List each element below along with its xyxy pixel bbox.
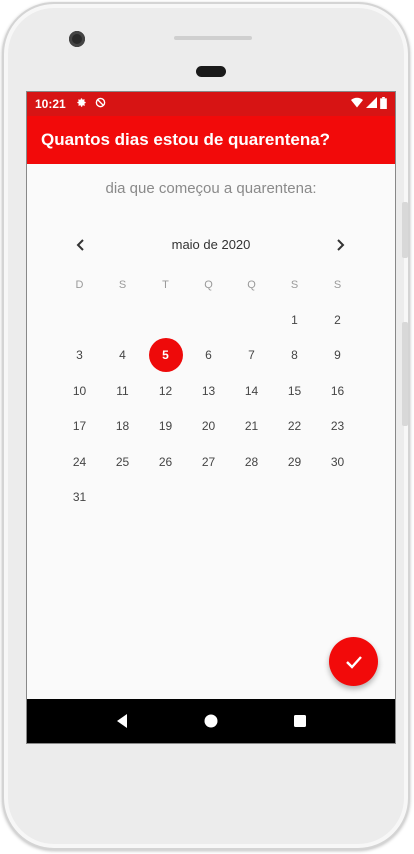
calendar-day[interactable]: 20 xyxy=(192,409,226,443)
wifi-icon xyxy=(351,97,363,111)
status-time: 10:21 xyxy=(35,97,66,111)
volume-button xyxy=(402,202,408,258)
calendar-day[interactable]: 25 xyxy=(106,445,140,479)
calendar-day[interactable]: 30 xyxy=(321,445,355,479)
calendar-day[interactable]: 2 xyxy=(321,303,355,337)
calendar-week-row: 17 18 19 20 21 22 23 xyxy=(58,409,359,445)
calendar-day[interactable]: 7 xyxy=(235,338,269,372)
calendar-day[interactable]: 3 xyxy=(63,338,97,372)
calendar-empty-cell xyxy=(278,480,312,514)
weekday-label: S xyxy=(118,279,127,291)
weekday-label: S xyxy=(290,279,299,291)
screen: 10:21 Quantos dias estou de quarentena? … xyxy=(26,91,396,744)
weekday-label: T xyxy=(162,279,169,291)
gear-icon xyxy=(76,97,87,111)
calendar-empty-cell xyxy=(106,303,140,337)
calendar-day[interactable]: 21 xyxy=(235,409,269,443)
calendar-empty-cell xyxy=(63,303,97,337)
calendar-day[interactable]: 1 xyxy=(278,303,312,337)
app-bar: Quantos dias estou de quarentena? xyxy=(27,116,395,164)
calendar-week-row: 24 25 26 27 28 29 30 xyxy=(58,444,359,480)
calendar-empty-cell xyxy=(192,303,226,337)
calendar-empty-cell xyxy=(321,480,355,514)
weekday-header: D S T Q Q S S xyxy=(58,268,359,302)
calendar-empty-cell xyxy=(106,480,140,514)
confirm-button[interactable] xyxy=(329,637,378,686)
calendar-day[interactable]: 26 xyxy=(149,445,183,479)
calendar-day[interactable]: 19 xyxy=(149,409,183,443)
calendar-day-selected[interactable]: 5 xyxy=(148,338,183,373)
calendar-day[interactable]: 22 xyxy=(278,409,312,443)
front-camera xyxy=(69,31,85,47)
calendar-empty-cell xyxy=(235,303,269,337)
calendar-day[interactable]: 9 xyxy=(321,338,355,372)
check-icon xyxy=(345,655,362,669)
calendar-empty-cell xyxy=(149,480,183,514)
signal-icon xyxy=(366,97,377,111)
start-date-prompt: dia que começou a quarentena: xyxy=(105,180,317,197)
calendar-day[interactable]: 18 xyxy=(106,409,140,443)
sensor-bar xyxy=(174,36,252,40)
calendar-day[interactable]: 27 xyxy=(192,445,226,479)
calendar-day[interactable]: 13 xyxy=(192,374,226,408)
calendar-empty-cell xyxy=(149,303,183,337)
chevron-right-icon xyxy=(337,239,345,251)
home-circle-icon xyxy=(204,714,218,728)
back-button[interactable] xyxy=(110,709,134,733)
calendar-header: maio de 2020 xyxy=(27,234,395,256)
phone-frame: 10:21 Quantos dias estou de quarentena? … xyxy=(2,2,410,850)
calendar-day[interactable]: 17 xyxy=(63,409,97,443)
calendar-day[interactable]: 4 xyxy=(106,338,140,372)
navigation-bar xyxy=(27,699,395,743)
home-button[interactable] xyxy=(199,709,223,733)
calendar-week-row: 3456789 xyxy=(58,338,359,374)
status-bar: 10:21 xyxy=(27,92,395,116)
recents-square-icon xyxy=(294,715,307,727)
calendar-day[interactable]: 31 xyxy=(63,480,97,514)
battery-icon xyxy=(380,96,387,112)
do-not-disturb-icon xyxy=(95,97,106,111)
calendar-week-row: 12 xyxy=(58,302,359,338)
calendar-day[interactable]: 23 xyxy=(321,409,355,443)
weekday-label: Q xyxy=(247,279,256,291)
calendar-day[interactable]: 11 xyxy=(106,374,140,408)
calendar-week-row: 10 11 12 13 14 15 16 xyxy=(58,373,359,409)
calendar-day[interactable]: 8 xyxy=(278,338,312,372)
calendar-day[interactable]: 12 xyxy=(149,374,183,408)
calendar-day[interactable]: 28 xyxy=(235,445,269,479)
calendar-day[interactable]: 6 xyxy=(192,338,226,372)
weekday-label: D xyxy=(75,279,84,291)
calendar-empty-cell xyxy=(192,480,226,514)
calendar-day[interactable]: 10 xyxy=(63,374,97,408)
calendar-day[interactable]: 15 xyxy=(278,374,312,408)
power-button xyxy=(402,322,408,426)
recents-button[interactable] xyxy=(288,709,312,733)
next-month-button[interactable] xyxy=(329,234,351,256)
calendar-day[interactable]: 24 xyxy=(63,445,97,479)
back-triangle-icon xyxy=(116,714,127,728)
calendar-grid: D S T Q Q S S 1 2 3 4 5 6 7 8 9 10 11 12 13 14 15 16 17 1… xyxy=(58,268,359,515)
earpiece-speaker xyxy=(196,66,226,77)
calendar-day[interactable]: 16 xyxy=(321,374,355,408)
calendar-day[interactable]: 29 xyxy=(278,445,312,479)
calendar-day[interactable]: 14 xyxy=(235,374,269,408)
calendar-empty-cell xyxy=(235,480,269,514)
weekday-label: S xyxy=(333,279,342,291)
weekday-label: Q xyxy=(204,279,213,291)
app-title: Quantos dias estou de quarentena? xyxy=(41,130,331,149)
calendar-week-row: 31 xyxy=(58,480,359,516)
